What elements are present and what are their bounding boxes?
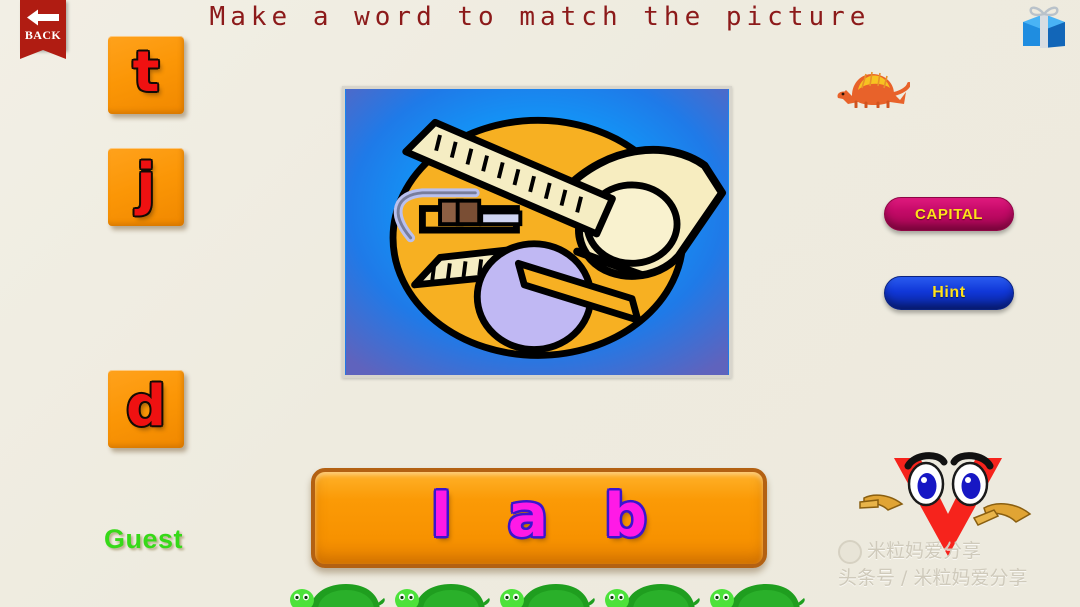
lab-science-clipart [346,89,728,375]
turtle-icon [395,584,490,607]
capital-button-label: CAPITAL [914,205,984,223]
watermark-avatar-icon [838,539,862,564]
word-answer-bar[interactable]: l a b [311,468,767,568]
letter-tile-j[interactable]: j [108,148,184,226]
gift-box-icon[interactable] [1019,2,1069,50]
turtle-progress-row [288,572,808,607]
turtle-icon [290,584,385,607]
turtle-icon [710,584,805,607]
picture-frame[interactable] [342,86,732,378]
watermark-line-2: 头条号 / 米粒妈爱分享 [838,567,1028,589]
word-letter-3[interactable]: b [604,486,647,546]
letter-tile-t[interactable]: t [108,36,184,114]
hint-button[interactable]: Hint [884,276,1014,310]
turtle-icon [500,584,595,607]
user-name-label[interactable]: Guest [104,524,183,555]
capital-button[interactable]: CAPITAL [884,197,1014,231]
game-screen: BACK Make a word to match the picture t … [0,0,1080,607]
watermark-line-1-row: 米粒妈爱分享 [838,538,1078,565]
turtle-icon [605,584,700,607]
watermark-line-1: 米粒妈爱分享 [867,540,982,562]
word-letter-2[interactable]: a [508,486,549,546]
letter-tile-j-label: j [136,152,156,217]
watermark-line-2-row: 头条号 / 米粒妈爱分享 [838,565,1078,592]
hint-button-label: Hint [932,284,966,301]
word-letter-1[interactable]: l [431,486,452,546]
letter-tile-d[interactable]: d [108,370,184,448]
dinosaur-icon [837,71,910,108]
page-title: Make a word to match the picture [209,2,871,32]
letter-tile-d-label: d [125,374,167,439]
watermark: 米粒妈爱分享 头条号 / 米粒妈爱分享 [838,538,1078,592]
letter-tile-t-label: t [132,40,160,105]
